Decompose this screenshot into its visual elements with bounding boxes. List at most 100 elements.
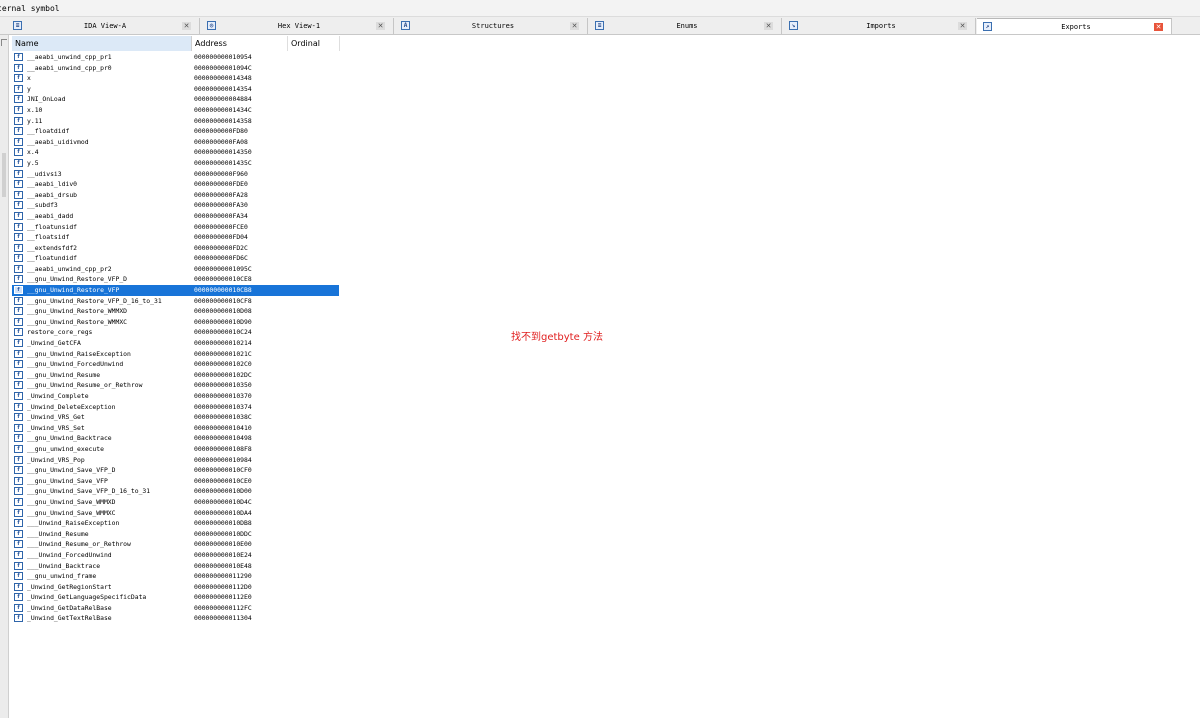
table-row[interactable]: f __gnu_Unwind_ForcedUnwind 0000000000102C… (12, 359, 342, 370)
left-gutter (0, 35, 9, 718)
table-row[interactable]: f x.10 00000000001434C (12, 105, 342, 116)
table-row[interactable]: f _Unwind_DeleteException 000000000010374 (12, 402, 342, 413)
export-function-icon: f (14, 455, 23, 464)
table-row[interactable]: f x 000000000014348 (12, 73, 342, 84)
table-row[interactable]: f __aeabi_uidivmod 0000000000FA08 (12, 137, 342, 148)
table-row[interactable]: f _Unwind_GetCFA 000000000010214 (12, 338, 342, 349)
table-row[interactable]: f y.11 000000000014358 (12, 116, 342, 127)
table-row[interactable]: f __gnu_Unwind_Restore_VFP 000000000010CB8 (12, 285, 339, 296)
table-row[interactable]: f __gnu_Unwind_Save_WMMXC 000000000010DA4 (12, 508, 342, 519)
export-address: 0000000000FDE0 (194, 180, 248, 189)
table-row[interactable]: f JNI_OnLoad 000000000004884 (12, 94, 342, 105)
export-name: x (27, 74, 31, 83)
table-row[interactable]: f __gnu_unwind_execute 0000000000108F8 (12, 444, 342, 455)
export-name: __gnu_Unwind_Restore_WMMXC (27, 317, 128, 326)
table-row[interactable]: f restore_core_regs 000000000010C24 (12, 327, 342, 338)
table-row[interactable]: f _Unwind_GetTextRelBase 000000000011304 (12, 613, 342, 624)
export-function-icon: f (14, 180, 23, 189)
table-row[interactable]: f __aeabi_dadd 0000000000FA34 (12, 211, 342, 222)
export-address: 0000000000FA34 (194, 211, 248, 220)
table-row[interactable]: f y 000000000014354 (12, 84, 342, 95)
table-row[interactable]: f __gnu_Unwind_RaiseException 000000000010… (12, 349, 342, 360)
column-header-name[interactable]: Name (12, 36, 192, 51)
table-row[interactable]: f __extendsfdf2 0000000000FD2C (12, 243, 342, 254)
export-address: 000000000010D90 (194, 317, 252, 326)
export-function-icon: f (14, 211, 23, 220)
close-icon[interactable]: ✕ (764, 22, 773, 30)
column-header-address[interactable]: Address (192, 36, 288, 51)
table-row[interactable]: f __aeabi_unwind_cpp_pr0 00000000001094C (12, 63, 342, 74)
export-name: _Unwind_GetRegionStart (27, 582, 112, 591)
table-row[interactable]: f __gnu_unwind_frame 000000000011290 (12, 571, 342, 582)
export-name: y.5 (27, 158, 39, 167)
table-row[interactable]: f ___Unwind_ForcedUnwind 000000000010E24 (12, 550, 342, 561)
table-row[interactable]: f ___Unwind_Backtrace 000000000010E48 (12, 561, 342, 572)
table-row[interactable]: f __floatdidf 0000000000FD80 (12, 126, 342, 137)
export-name: __gnu_Unwind_Save_WMMXC (27, 508, 116, 517)
export-address: 0000000000102C0 (194, 360, 252, 369)
table-row[interactable]: f __gnu_Unwind_Save_WMMXD 000000000010D4C (12, 497, 342, 508)
close-icon[interactable]: ✕ (958, 22, 967, 30)
export-name: ___Unwind_Resume_or_Rethrow (27, 540, 131, 549)
export-name: __gnu_Unwind_Resume_or_Rethrow (27, 381, 143, 390)
export-name: __gnu_Unwind_Save_WMMXD (27, 497, 116, 506)
table-row[interactable]: f __gnu_Unwind_Save_VFP_D 000000000010CF0 (12, 465, 342, 476)
close-icon[interactable]: ✕ (376, 22, 385, 30)
table-row[interactable]: f __gnu_Unwind_Restore_VFP_D 000000000010C… (12, 274, 342, 285)
table-row[interactable]: f __floatundidf 0000000000FD6C (12, 253, 342, 264)
table-row[interactable]: f __aeabi_ldiv0 0000000000FDE0 (12, 179, 342, 190)
tab-imports[interactable]: ↘ Imports ✕ (783, 18, 976, 34)
table-row[interactable]: f _Unwind_VRS_Pop 000000000010984 (12, 455, 342, 466)
export-name: __gnu_Unwind_ForcedUnwind (27, 360, 124, 369)
table-row[interactable]: f _Unwind_GetDataRelBase 0000000000112FC (12, 603, 342, 614)
table-row[interactable]: f y.5 00000000001435C (12, 158, 342, 169)
table-row[interactable]: f __gnu_Unwind_Save_VFP 000000000010CE0 (12, 476, 342, 487)
table-row[interactable]: f ___Unwind_RaiseException 000000000010DB8 (12, 518, 342, 529)
table-row[interactable]: f x.4 000000000014350 (12, 147, 342, 158)
export-function-icon: f (14, 402, 23, 411)
table-row[interactable]: f __gnu_Unwind_Resume_or_Rethrow 000000000… (12, 380, 342, 391)
close-icon[interactable]: ✕ (182, 22, 191, 30)
table-row[interactable]: f _Unwind_VRS_Set 000000000010410 (12, 423, 342, 434)
table-row[interactable]: f _Unwind_GetRegionStart 0000000000112D0 (12, 582, 342, 593)
tab-structures[interactable]: A Structures ✕ (395, 18, 588, 34)
tab-ida-view-a[interactable]: ≡ IDA View-A ✕ (7, 18, 200, 34)
table-row[interactable]: f ___Unwind_Resume 000000000010DDC (12, 529, 342, 540)
export-function-icon: f (14, 63, 23, 72)
table-row[interactable]: f __floatunsidf 0000000000FCE0 (12, 222, 342, 233)
export-address: 000000000010954 (194, 53, 252, 61)
table-row[interactable]: f __subdf3 0000000000FA30 (12, 200, 342, 211)
export-name: __gnu_Unwind_Resume (27, 370, 101, 379)
status-bar: ternal symbol (0, 0, 1200, 17)
export-address: 000000000010E48 (194, 561, 252, 570)
tab-enums[interactable]: ≡ Enums ✕ (589, 18, 782, 34)
export-function-icon: f (14, 296, 23, 305)
tab-exports[interactable]: ↗ Exports ✕ (977, 18, 1172, 34)
table-row[interactable]: f __gnu_Unwind_Backtrace 000000000010498 (12, 433, 342, 444)
export-address: 000000000010CE0 (194, 476, 252, 485)
close-icon[interactable]: ✕ (570, 22, 579, 30)
tab-hex-view-1[interactable]: ◎ Hex View-1 ✕ (201, 18, 394, 34)
table-row[interactable]: f __gnu_Unwind_Restore_WMMXD 000000000010D… (12, 306, 342, 317)
table-row[interactable]: f __floatsidf 0000000000FD04 (12, 232, 342, 243)
table-row[interactable]: f __aeabi_unwind_cpp_pr2 00000000001095C (12, 264, 342, 275)
export-address: 000000000010DA4 (194, 508, 252, 517)
table-row[interactable]: f _Unwind_GetLanguageSpecificData 00000000… (12, 592, 342, 603)
export-address: 0000000000FD04 (194, 233, 248, 242)
table-row[interactable]: f __gnu_Unwind_Restore_VFP_D_16_to_31 0000… (12, 296, 342, 307)
column-header-ordinal[interactable]: Ordinal (288, 36, 340, 51)
table-row[interactable]: f _Unwind_VRS_Get 00000000001038C (12, 412, 342, 423)
table-row[interactable]: f ___Unwind_Resume_or_Rethrow 000000000010… (12, 539, 342, 550)
table-row[interactable]: f __gnu_Unwind_Save_VFP_D_16_to_31 0000000… (12, 486, 342, 497)
close-icon[interactable]: ✕ (1154, 23, 1163, 31)
export-address: 00000000001435C (194, 158, 252, 167)
table-row[interactable]: f __aeabi_drsub 0000000000FA28 (12, 190, 342, 201)
export-address: 000000000004884 (194, 95, 252, 104)
table-row[interactable]: f __gnu_Unwind_Restore_WMMXC 000000000010D… (12, 317, 342, 328)
table-row[interactable]: f _Unwind_Complete 000000000010370 (12, 391, 342, 402)
table-row[interactable]: f __aeabi_unwind_cpp_pr1 000000000010954 (12, 52, 342, 63)
export-function-icon: f (14, 127, 23, 136)
table-row[interactable]: f __udivsi3 0000000000F960 (12, 169, 342, 180)
export-function-icon: f (14, 444, 23, 453)
table-row[interactable]: f __gnu_Unwind_Resume 0000000000102DC (12, 370, 342, 381)
